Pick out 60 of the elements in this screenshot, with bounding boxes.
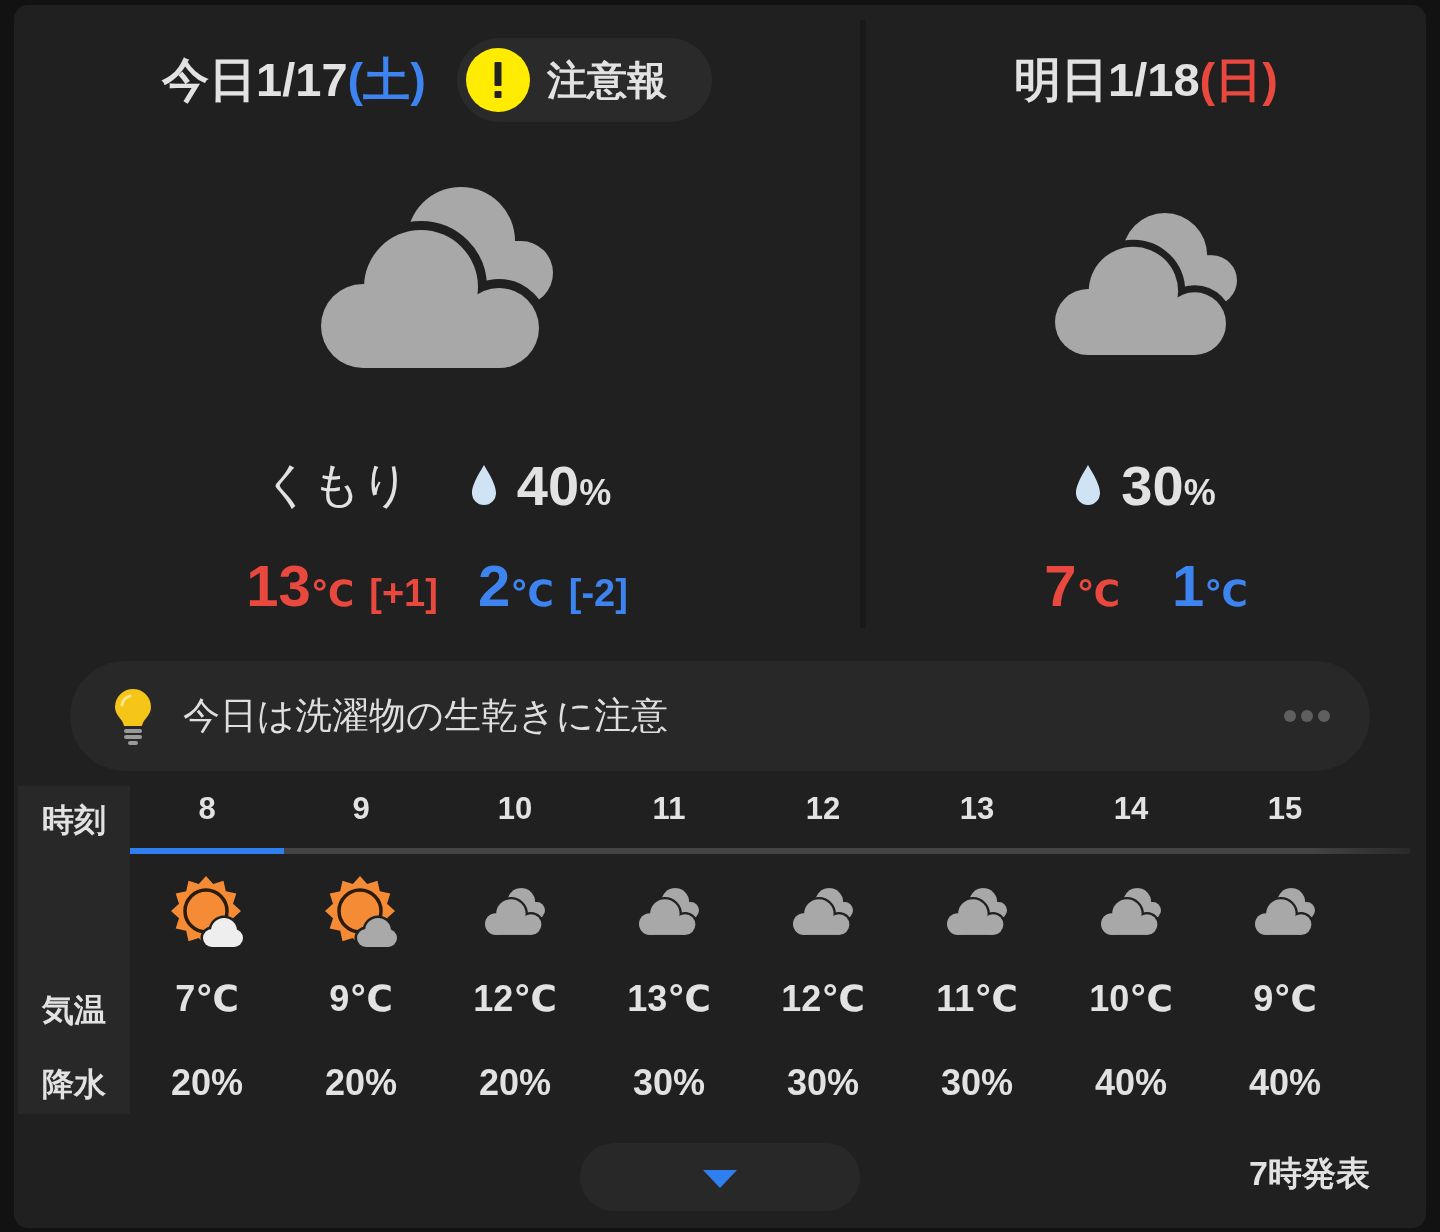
cloud-icon [1255, 887, 1315, 935]
hour-precip: 30% [940, 1062, 1014, 1104]
weekday-label: (土) [347, 51, 426, 108]
hour-temp: 10℃ [1089, 978, 1173, 1020]
precip-chance: 40% [516, 452, 612, 518]
cloud-icon [1101, 887, 1161, 935]
date-label: 明日1/18 [1014, 51, 1200, 108]
alert-button[interactable]: 注意報 [456, 38, 712, 122]
hour-precip: 40% [1248, 1062, 1322, 1104]
hour-temp: 12℃ [473, 978, 557, 1020]
hour-label: 8 [198, 791, 216, 827]
hour-label: 13 [959, 791, 995, 827]
raindrop-icon [1076, 465, 1101, 505]
hour-label: 12 [805, 791, 841, 827]
cloud-icon [639, 887, 699, 935]
hour-temp: 13℃ [627, 978, 711, 1020]
hour-precip: 30% [786, 1062, 860, 1104]
row-label: 時刻 [42, 801, 106, 840]
row-label: 降水 [42, 1065, 106, 1104]
tip-text: 今日は洗濯物の生乾きに注意 [183, 694, 668, 738]
sun-cloud-icon [325, 875, 397, 947]
hour-label: 9 [352, 791, 370, 827]
more-icon[interactable] [1284, 710, 1330, 722]
low-temp-diff: [-2] [568, 571, 628, 615]
precip-chance: 30% [1121, 452, 1216, 518]
hour-temp: 9℃ [1253, 978, 1317, 1020]
weekday-label: (日) [1199, 51, 1278, 108]
cloud-icon [947, 887, 1007, 935]
hour-label: 14 [1113, 791, 1149, 827]
lightbulb-icon [113, 687, 153, 745]
raindrop-icon [471, 465, 496, 505]
weather-condition: くもり [262, 457, 410, 513]
issued-time: 7時発表 [1249, 1153, 1370, 1194]
tip-banner[interactable]: 今日は洗濯物の生乾きに注意 [70, 661, 1370, 771]
hour-precip: 20% [324, 1062, 398, 1104]
row-label: 気温 [42, 991, 106, 1030]
high-temp: 13℃ [246, 551, 355, 619]
low-temp: 1℃ [1172, 551, 1248, 619]
hour-precip: 40% [1094, 1062, 1168, 1104]
hour-label: 11 [652, 791, 686, 827]
hour-label: 15 [1267, 791, 1303, 827]
hour-temp: 7℃ [175, 978, 239, 1020]
hour-label: 10 [497, 791, 533, 827]
cloud-icon [321, 187, 553, 368]
low-temp: 2℃ [477, 551, 554, 619]
cloud-icon [793, 887, 853, 935]
warning-icon [465, 48, 530, 112]
high-temp-diff: [+1] [369, 571, 438, 615]
high-temp: 7℃ [1044, 551, 1120, 619]
hour-precip: 20% [478, 1062, 552, 1104]
cloud-icon [485, 887, 545, 935]
hour-precip: 20% [170, 1062, 244, 1104]
date-label: 今日1/17 [162, 51, 348, 108]
caret-down-icon [703, 1170, 737, 1188]
cloud-icon [1055, 212, 1237, 355]
hour-temp: 9℃ [329, 978, 393, 1020]
sun-cloud-icon [171, 875, 243, 947]
hour-temp: 11℃ [936, 978, 1018, 1020]
hour-temp: 12℃ [781, 978, 865, 1020]
hour-precip: 30% [632, 1062, 706, 1104]
